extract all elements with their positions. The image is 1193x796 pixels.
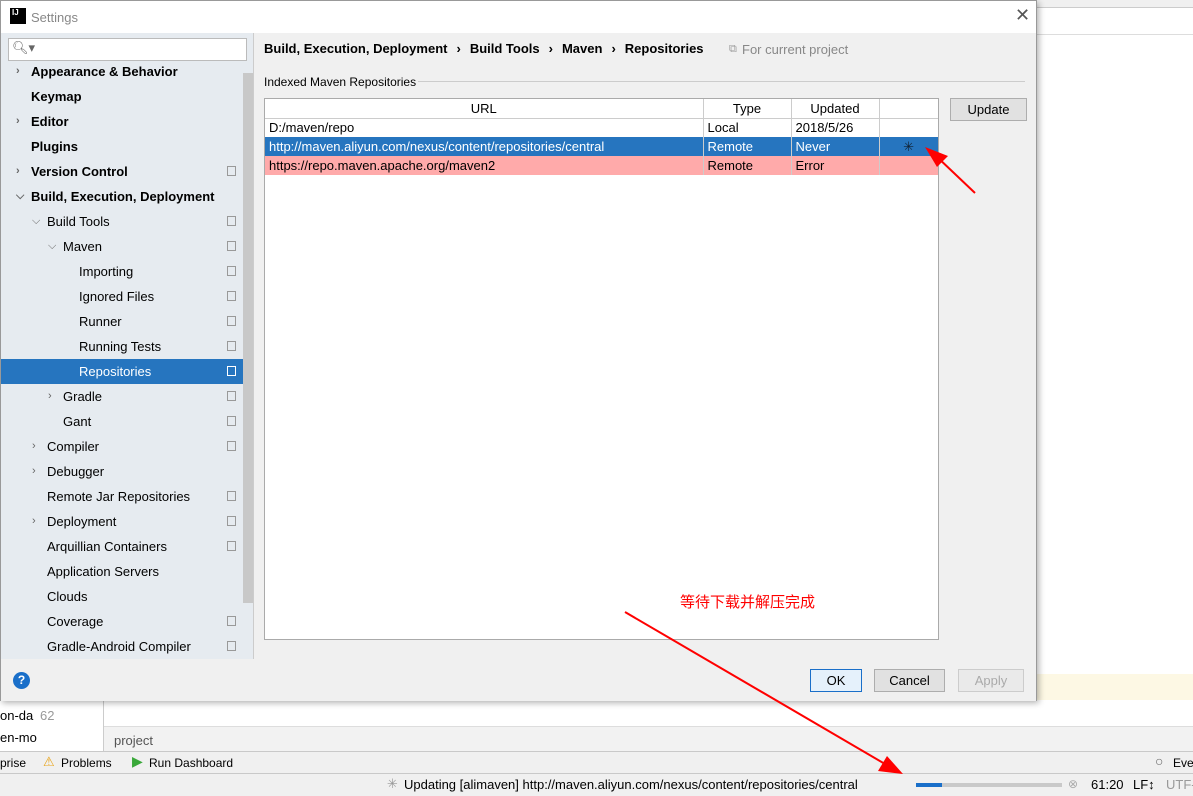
arrowhead	[878, 756, 903, 774]
annotation-arrows	[624, 147, 976, 774]
annotation-arrow-status	[624, 611, 886, 765]
